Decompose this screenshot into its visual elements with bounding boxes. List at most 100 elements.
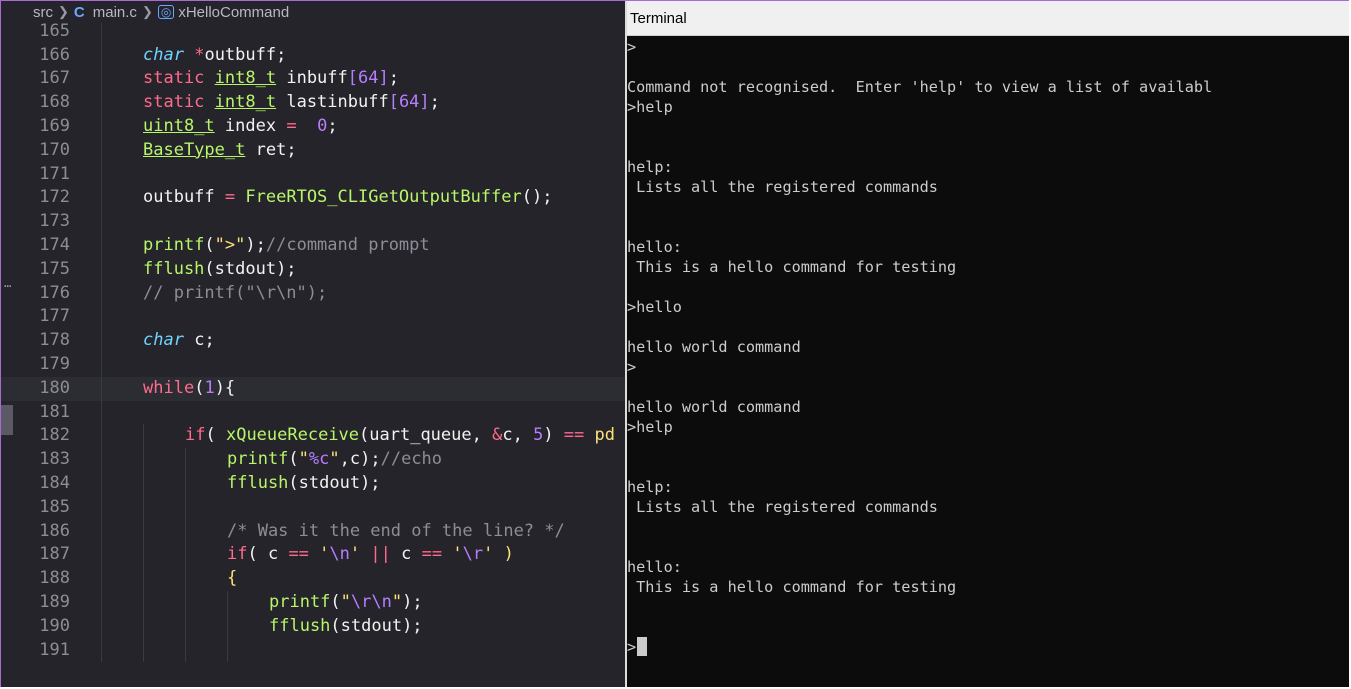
code-line[interactable]: 176 // printf("\r\n"); <box>1 281 625 306</box>
terminal-line: This is a hello command for testing <box>627 258 957 276</box>
line-number[interactable]: 166 <box>1 44 70 68</box>
indent-guide <box>185 543 186 568</box>
code-text[interactable]: static int8_t inbuff[64]; <box>143 67 399 91</box>
line-number[interactable]: 178 <box>1 329 70 353</box>
scroll-marker[interactable] <box>1 405 13 435</box>
code-line[interactable]: 172 outbuff = FreeRTOS_CLIGetOutputBuffer… <box>1 186 625 211</box>
code-text[interactable]: printf(">");//command prompt <box>143 234 430 258</box>
line-number[interactable]: 177 <box>1 305 70 329</box>
code-line[interactable]: 178 char c; <box>1 329 625 353</box>
line-number[interactable]: 165 <box>1 20 70 44</box>
terminal-cursor <box>637 637 648 656</box>
code-text[interactable]: fflush(stdout); <box>143 258 297 282</box>
line-number[interactable]: 170 <box>1 139 70 163</box>
code-text[interactable]: outbuff = FreeRTOS_CLIGetOutputBuffer(); <box>143 186 552 210</box>
line-number[interactable]: 176 <box>1 282 70 306</box>
code-text[interactable]: printf("%c",c);//echo <box>227 448 442 472</box>
line-number[interactable]: 190 <box>1 615 70 639</box>
code-line[interactable]: 177 <box>1 305 625 330</box>
code-text[interactable]: BaseType_t ret; <box>143 139 297 163</box>
indent-guide <box>143 424 144 449</box>
line-number[interactable]: 184 <box>1 472 70 496</box>
line-number[interactable]: 191 <box>1 639 70 663</box>
line-number[interactable]: 172 <box>1 186 70 210</box>
breadcrumb-folder[interactable]: src <box>33 4 53 21</box>
code-text[interactable]: { <box>227 567 237 591</box>
code-line[interactable]: 182 if( xQueueReceive(uart_queue, &c, 5) … <box>1 424 625 449</box>
code-line[interactable]: 169 uint8_t index = 0; <box>1 114 625 139</box>
code-line[interactable]: 175 fflush(stdout); <box>1 257 625 282</box>
indent-guide <box>101 138 102 163</box>
line-number[interactable]: 175 <box>1 258 70 282</box>
line-number[interactable]: 174 <box>1 234 70 258</box>
code-line[interactable]: 171 <box>1 162 625 187</box>
code-line[interactable]: 191 <box>1 638 625 663</box>
terminal-window[interactable]: Terminal > Command not recognised. Enter … <box>625 1 1349 687</box>
code-text[interactable]: uint8_t index = 0; <box>143 115 338 139</box>
code-editor[interactable]: 164FreeRTOS_CLIRegisterCommand(&xHelloCo… <box>1 1 625 687</box>
code-line[interactable]: 173 <box>1 210 625 234</box>
indent-guide <box>101 329 102 353</box>
line-number[interactable]: 171 <box>1 163 70 187</box>
code-line[interactable]: 165 <box>1 19 625 44</box>
code-line[interactable]: 184 fflush(stdout); <box>1 471 625 496</box>
line-number[interactable]: 186 <box>1 520 70 544</box>
code-line[interactable]: 183 printf("%c",c);//echo <box>1 448 625 472</box>
code-line[interactable]: 187 if( c == '\n' || c == '\r' ) <box>1 543 625 568</box>
code-line[interactable]: 179 <box>1 352 625 377</box>
more-icon[interactable]: ⋯ <box>4 279 11 293</box>
code-text[interactable]: // printf("\r\n"); <box>143 282 327 306</box>
terminal-line: Lists all the registered commands <box>627 178 938 196</box>
breadcrumb-file[interactable]: main.c <box>93 4 137 21</box>
line-number[interactable]: 168 <box>1 91 70 115</box>
indent-guide <box>101 400 102 425</box>
code-area[interactable]: 164FreeRTOS_CLIRegisterCommand(&xHelloCo… <box>1 1 625 663</box>
code-text[interactable]: fflush(stdout); <box>227 472 381 496</box>
code-line[interactable]: 189 printf("\r\n"); <box>1 590 625 615</box>
indent-guide <box>185 471 186 496</box>
line-number[interactable]: 188 <box>1 567 70 591</box>
code-text[interactable]: /* Was it the end of the line? */ <box>227 520 565 544</box>
code-text[interactable]: char c; <box>143 329 215 353</box>
code-line[interactable]: 181 <box>1 400 625 425</box>
code-line[interactable]: 186 /* Was it the end of the line? */ <box>1 519 625 544</box>
breadcrumb-symbol[interactable]: xHelloCommand <box>178 4 289 21</box>
line-number[interactable]: 179 <box>1 353 70 377</box>
code-text[interactable]: if( c == '\n' || c == '\r' ) <box>227 543 514 567</box>
indent-guide <box>143 638 144 663</box>
code-line[interactable]: 180 while(1){ <box>1 376 625 401</box>
code-line[interactable]: 190 fflush(stdout); <box>1 614 625 639</box>
terminal-prompt-line[interactable]: > <box>627 637 1349 657</box>
code-line[interactable]: 185 <box>1 495 625 520</box>
terminal-output[interactable]: > Command not recognised. Enter 'help' to… <box>627 37 1349 687</box>
code-text[interactable]: static int8_t lastinbuff[64]; <box>143 91 440 115</box>
line-number[interactable]: 187 <box>1 543 70 567</box>
terminal-title: Terminal <box>630 10 687 27</box>
code-line[interactable]: 174 printf(">");//command prompt <box>1 233 625 258</box>
indent-guide <box>227 638 228 663</box>
line-number[interactable]: 183 <box>1 448 70 472</box>
line-number[interactable]: 180 <box>1 377 70 401</box>
indent-guide <box>101 638 102 663</box>
terminal-title-bar: Terminal <box>627 1 1349 36</box>
code-line[interactable]: 166 char *outbuff; <box>1 43 625 68</box>
code-text[interactable]: if( xQueueReceive(uart_queue, &c, 5) == … <box>185 424 615 448</box>
code-line[interactable]: 188 { <box>1 567 625 591</box>
line-number[interactable]: 173 <box>1 210 70 234</box>
line-number[interactable]: 169 <box>1 115 70 139</box>
code-text[interactable]: while(1){ <box>143 377 235 401</box>
code-text[interactable]: printf("\r\n"); <box>269 591 423 615</box>
line-number[interactable]: 167 <box>1 67 70 91</box>
code-text[interactable]: char *outbuff; <box>143 44 286 68</box>
indent-guide <box>143 448 144 472</box>
code-line[interactable]: 168 static int8_t lastinbuff[64]; <box>1 91 625 115</box>
line-number[interactable]: 189 <box>1 591 70 615</box>
code-line[interactable]: 170 BaseType_t ret; <box>1 138 625 163</box>
code-text[interactable]: fflush(stdout); <box>269 615 423 639</box>
line-number[interactable]: 185 <box>1 496 70 520</box>
code-line[interactable]: 167 static int8_t inbuff[64]; <box>1 67 625 92</box>
